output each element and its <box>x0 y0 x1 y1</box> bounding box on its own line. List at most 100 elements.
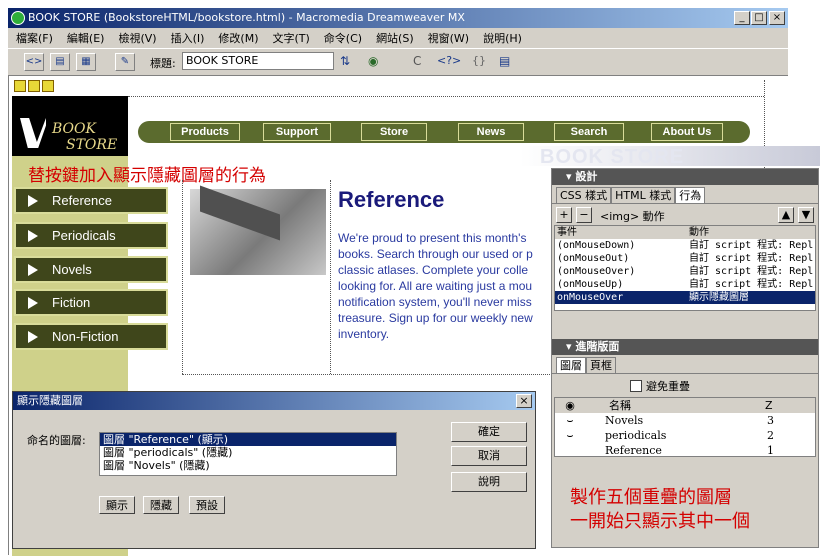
behavior-row[interactable]: (onMouseUp) 自訂 script 程式: Repl <box>555 278 815 291</box>
close-button[interactable]: × <box>769 11 785 25</box>
nav-news[interactable]: News <box>458 123 524 141</box>
sidebar-button-novels[interactable]: Novels <box>14 256 168 283</box>
hide-button[interactable]: 隱藏 <box>143 496 179 514</box>
preview-browser-icon[interactable]: ◉ <box>368 54 378 68</box>
page-title-input[interactable]: BOOK STORE <box>182 52 334 70</box>
advanced-panel-tabs: 圖層 頁框 <box>552 357 818 373</box>
dialog-close-button[interactable]: × <box>516 394 532 408</box>
split-view-icon[interactable]: ▤ <box>50 53 70 71</box>
behavior-toolbar: + − <img> 動作 ▲ ▼ <box>552 203 818 225</box>
closed-eye-icon[interactable]: ⌣ <box>555 413 585 428</box>
named-layers-list[interactable]: 圖層 "Reference" (顯示) 圖層 "periodicals" (隱藏… <box>99 432 397 476</box>
live-data-icon[interactable]: ✎ <box>115 53 135 71</box>
sidebar-button-fiction[interactable]: Fiction <box>14 289 168 316</box>
layer-option[interactable]: 圖層 "Reference" (顯示) <box>100 433 396 446</box>
remove-behavior-button[interactable]: − <box>576 207 592 223</box>
dialog-title-bar: 顯示隱藏圖層 <box>13 392 535 410</box>
reference-icon[interactable]: <?> <box>437 54 461 67</box>
menu-text[interactable]: 文字(T) <box>272 30 309 46</box>
behavior-row-selected[interactable]: onMouseOver 顯示隱藏圖層 <box>555 291 815 304</box>
show-hide-layers-dialog: 顯示隱藏圖層 × 命名的圖層: 圖層 "Reference" (顯示) 圖層 "… <box>12 391 536 549</box>
layer-marker-icon[interactable] <box>42 80 54 92</box>
nav-products[interactable]: Products <box>170 123 240 141</box>
menu-modify[interactable]: 修改(M) <box>218 30 258 46</box>
closed-eye-icon[interactable]: ⌣ <box>555 428 585 443</box>
prevent-overlap-checkbox[interactable] <box>630 379 642 392</box>
code-nav-icon[interactable]: {} <box>472 54 486 67</box>
move-down-icon[interactable]: ▼ <box>798 207 814 223</box>
behavior-row[interactable]: (onMouseOver) 自訂 script 程式: Repl <box>555 265 815 278</box>
menu-site[interactable]: 網站(S) <box>376 30 414 46</box>
menu-window[interactable]: 視窗(W) <box>428 30 469 46</box>
default-button[interactable]: 預設 <box>189 496 225 514</box>
nav-support[interactable]: Support <box>263 123 331 141</box>
menu-edit[interactable]: 編輯(E) <box>67 30 105 46</box>
layer-row[interactable]: ⌣ periodicals 2 <box>555 428 815 443</box>
design-view-icon[interactable]: ▦ <box>76 53 96 71</box>
behavior-row[interactable]: (onMouseDown) 自訂 script 程式: Repl <box>555 239 815 252</box>
refresh-icon[interactable]: C <box>413 54 421 68</box>
play-arrow-icon <box>28 331 38 343</box>
code-view-icon[interactable]: <> <box>24 53 44 71</box>
nav-store[interactable]: Store <box>361 123 427 141</box>
play-arrow-icon <box>28 195 38 207</box>
sidebar-button-reference[interactable]: Reference <box>14 187 168 214</box>
menu-view[interactable]: 檢視(V) <box>118 30 156 46</box>
tab-html-styles[interactable]: HTML 樣式 <box>611 187 676 203</box>
eye-icon[interactable]: ◉ <box>555 398 585 413</box>
window-title: BOOK STORE (BookstoreHTML/bookstore.html… <box>28 11 465 24</box>
behavior-row[interactable]: (onMouseOut) 自訂 script 程式: Repl <box>555 252 815 265</box>
menu-help[interactable]: 說明(H) <box>483 30 522 46</box>
play-arrow-icon <box>28 230 38 242</box>
layer-row[interactable]: ⌣ Novels 3 <box>555 413 815 428</box>
sidebar-button-periodicals[interactable]: Periodicals <box>14 222 168 249</box>
tab-behaviors[interactable]: 行為 <box>675 187 706 203</box>
move-up-icon[interactable]: ▲ <box>778 207 794 223</box>
layer-option[interactable]: 圖層 "Novels" (隱藏) <box>100 459 396 472</box>
content-body: We're proud to present this month's book… <box>338 231 533 341</box>
menu-file[interactable]: 檔案(F) <box>16 30 53 46</box>
tab-layers[interactable]: 圖層 <box>556 357 586 373</box>
tag-label: <img> 動作 <box>600 210 665 223</box>
menu-insert[interactable]: 插入(I) <box>171 30 205 46</box>
layer-marker-icon[interactable] <box>14 80 26 92</box>
layer-border <box>330 180 331 374</box>
layer-border <box>182 374 550 375</box>
add-behavior-button[interactable]: + <box>556 207 572 223</box>
help-button[interactable]: 說明 <box>451 472 527 492</box>
table-border <box>128 96 764 97</box>
behaviors-table: 事件 動作 (onMouseDown) 自訂 script 程式: Repl (o… <box>554 225 816 311</box>
nav-search[interactable]: Search <box>554 123 624 141</box>
advanced-panel-header[interactable]: ▾ 進階版面 <box>552 339 818 355</box>
play-arrow-icon <box>28 264 38 276</box>
annotation-bottom: 製作五個重疊的圖層 一開始只顯示其中一個 <box>570 487 750 532</box>
tab-css-styles[interactable]: CSS 樣式 <box>556 187 612 203</box>
nav-about-us[interactable]: About Us <box>651 123 723 141</box>
design-panel-header[interactable]: ▾ 設計 <box>552 169 818 185</box>
named-layers-label: 命名的圖層: <box>27 434 86 447</box>
tab-frames[interactable]: 頁框 <box>586 357 616 373</box>
layer-marker-icon[interactable] <box>28 80 40 92</box>
layer-row[interactable]: Reference 1 <box>555 443 815 458</box>
layers-table: ◉ 名稱 Z ⌣ Novels 3 ⌣ periodicals 2 Reference 1 <box>554 397 816 457</box>
dreamweaver-icon <box>11 11 25 25</box>
banner-text: BOOK STORE <box>540 146 685 168</box>
sidebar-button-non-fiction[interactable]: Non-Fiction <box>14 323 168 350</box>
file-management-icon[interactable]: ⇅ <box>340 54 350 68</box>
content-heading: Reference <box>338 187 445 212</box>
view-options-icon[interactable]: ▤ <box>499 54 510 68</box>
ok-button[interactable]: 確定 <box>451 422 527 442</box>
maximize-button[interactable]: □ <box>751 11 767 25</box>
menu-commands[interactable]: 命令(C) <box>324 30 362 46</box>
layer-option[interactable]: 圖層 "periodicals" (隱藏) <box>100 446 396 459</box>
cancel-button[interactable]: 取消 <box>451 446 527 466</box>
layers-header: ◉ 名稱 Z <box>555 398 815 413</box>
show-button[interactable]: 顯示 <box>99 496 135 514</box>
minimize-button[interactable]: _ <box>734 11 750 25</box>
behaviors-header: 事件 動作 <box>555 226 815 239</box>
logo-text: BOOK STORE <box>52 121 118 153</box>
play-arrow-icon <box>28 297 38 309</box>
layer-border <box>182 180 183 374</box>
layer-markers <box>14 80 62 92</box>
design-panel-tabs: CSS 樣式 HTML 樣式 行為 <box>552 187 818 203</box>
